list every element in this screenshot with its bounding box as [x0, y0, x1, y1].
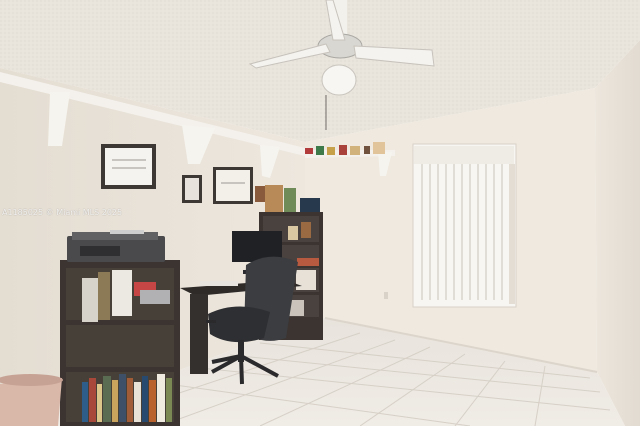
- framed-certificate-icon: [213, 167, 253, 204]
- window-blinds-icon: [412, 143, 517, 308]
- right-wall: [595, 40, 640, 426]
- framed-certificate-icon: [101, 144, 156, 189]
- photo-watermark: A1185025 © Miami MLS 2025: [2, 208, 123, 217]
- framed-certificate-icon: [182, 175, 202, 203]
- printer-icon: [67, 230, 165, 262]
- room-photo: A1185025 © Miami MLS 2025: [0, 0, 640, 426]
- wall-outlet: [384, 292, 388, 299]
- wastebasket-icon: [0, 374, 63, 426]
- bookcase-icon: [60, 260, 180, 426]
